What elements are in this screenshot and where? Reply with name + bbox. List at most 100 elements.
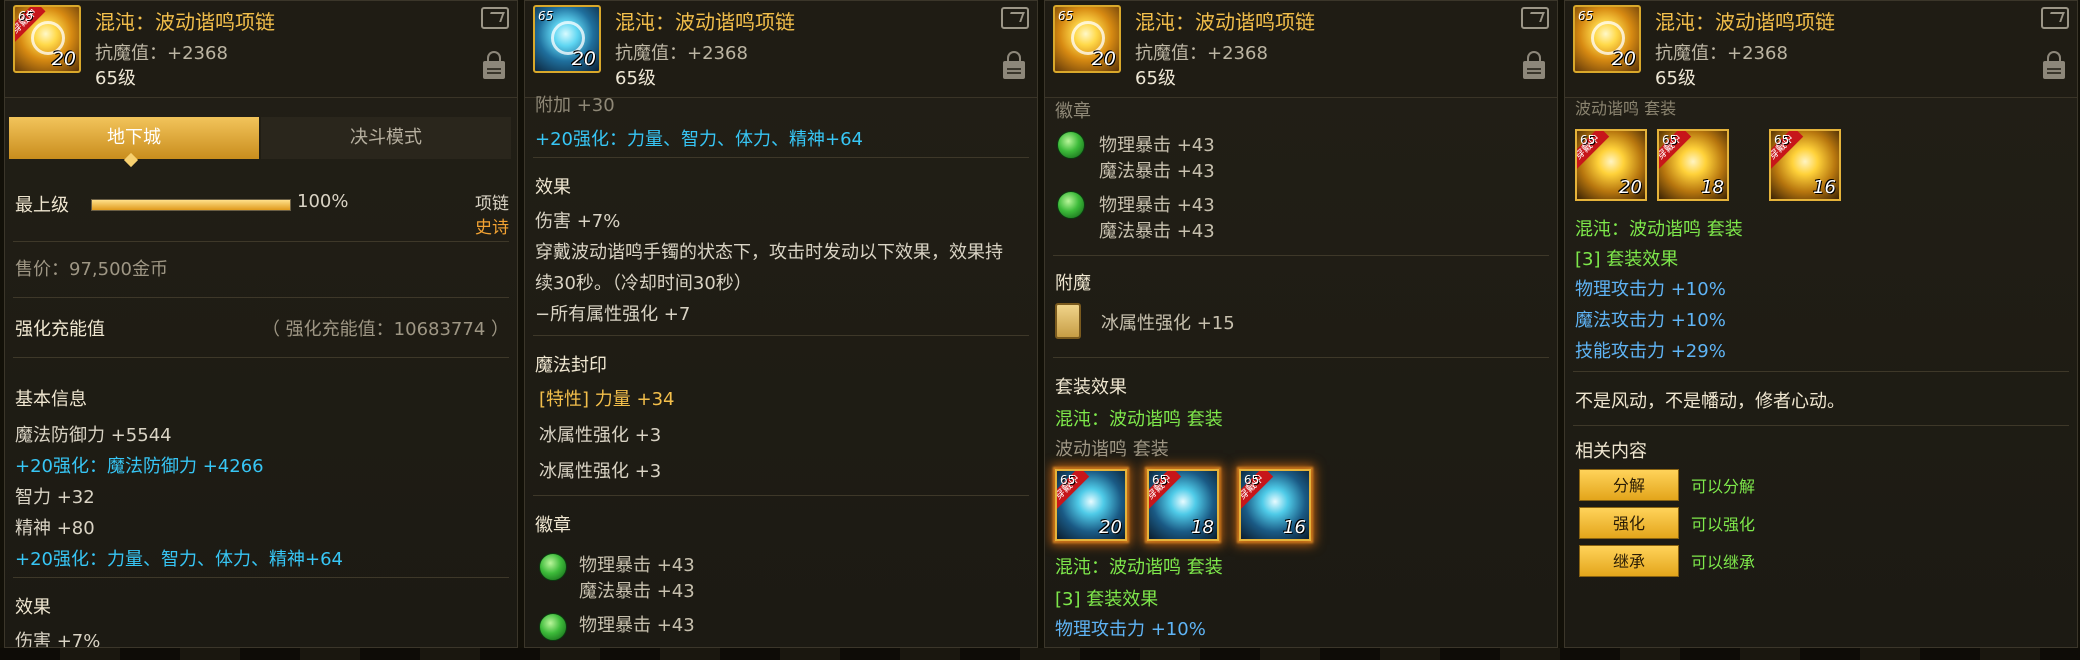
lock-icon[interactable] bbox=[1003, 51, 1025, 79]
effect-line: 穿戴波动谐鸣手镯的状态下，攻击时发动以下效果，效果持 bbox=[535, 242, 1003, 263]
tab-dungeon[interactable]: 地下城 bbox=[9, 117, 259, 159]
emblem-stat: 物理暴击 +43 bbox=[579, 555, 695, 576]
item-stat: 抗魔值：+2368 bbox=[1655, 43, 1788, 64]
cut-line: 徽章 bbox=[1055, 101, 1091, 122]
tooltip-panel-2: 65 20 混沌：波动谐鸣项链 抗魔值：+2368 65级 附加 +30 +20… bbox=[524, 0, 1038, 648]
enchant-card-icon bbox=[1055, 303, 1081, 339]
item-type: 项链 bbox=[475, 194, 509, 214]
cut-line: 波动谐鸣 套装 bbox=[1575, 99, 1677, 118]
effect-title: 效果 bbox=[535, 177, 571, 198]
icon-level: 65 bbox=[1060, 473, 1076, 487]
icon-level: 65 bbox=[1662, 133, 1678, 147]
item-title: 混沌：波动谐鸣项链 bbox=[615, 10, 795, 34]
item-stat: 抗魔值：+2368 bbox=[1135, 43, 1268, 64]
action-note: 可以继承 bbox=[1691, 553, 1756, 572]
set-name: 混沌：波动谐鸣 套装 bbox=[1055, 557, 1223, 578]
grade-percent: 100% bbox=[297, 191, 349, 212]
item-stat: 抗魔值：+2368 bbox=[95, 43, 228, 64]
necklace-icon: 穿戴中 65 20 bbox=[13, 5, 81, 73]
emblem-stat: 物理暴击 +43 bbox=[1099, 135, 1215, 156]
action-note: 可以分解 bbox=[1691, 477, 1756, 496]
divider bbox=[13, 241, 509, 242]
inherit-button[interactable]: 继承 bbox=[1579, 545, 1679, 577]
icon-level: 65 bbox=[1244, 473, 1260, 487]
item-level: 65级 bbox=[95, 68, 136, 89]
seal-line: 冰属性强化 +3 bbox=[539, 461, 662, 482]
tooltip-panel-3: 65 20 混沌：波动谐鸣项链 抗魔值：+2368 65级 徽章 物理暴击 +4… bbox=[1044, 0, 1558, 648]
share-icon[interactable] bbox=[481, 7, 509, 29]
green-emblem-icon bbox=[1057, 131, 1085, 159]
set-bonus-line: 物理攻击力 +10% bbox=[1575, 279, 1726, 300]
divider bbox=[1053, 255, 1549, 256]
set-piece-icon[interactable]: 穿戴中 65 16 bbox=[1769, 129, 1841, 201]
divider bbox=[13, 357, 509, 358]
icon-level: 65 bbox=[1578, 9, 1594, 23]
seal-special-stat: 力量 +34 bbox=[589, 389, 675, 410]
emblem-title: 徽章 bbox=[535, 515, 571, 536]
background-strip bbox=[0, 648, 2080, 660]
set-name: 混沌：波动谐鸣 套装 bbox=[1055, 409, 1223, 430]
set-name: 混沌：波动谐鸣 套装 bbox=[1575, 219, 1743, 240]
icon-enhance-number: 18 bbox=[1701, 177, 1724, 198]
set-bonus-line: 技能攻击力 +29% bbox=[1575, 341, 1726, 362]
icon-level: 65 bbox=[538, 9, 554, 23]
stat-line: 魔法防御力 +5544 bbox=[15, 425, 172, 446]
set-piece-icon[interactable]: 穿戴中 65 16 bbox=[1239, 469, 1311, 541]
share-icon[interactable] bbox=[1521, 7, 1549, 29]
set-name-inactive: 波动谐鸣 套装 bbox=[1055, 439, 1169, 460]
green-emblem-icon bbox=[539, 613, 567, 641]
effect-title: 效果 bbox=[15, 597, 51, 618]
icon-level: 65 bbox=[18, 9, 34, 23]
divider bbox=[13, 297, 509, 298]
divider bbox=[533, 495, 1029, 496]
item-title: 混沌：波动谐鸣项链 bbox=[95, 10, 275, 34]
share-icon[interactable] bbox=[1001, 7, 1029, 29]
item-header: 穿戴中 65 20 混沌：波动谐鸣项链 抗魔值：+2368 65级 bbox=[5, 1, 517, 98]
lock-icon[interactable] bbox=[483, 51, 505, 79]
tooltip-panel-1: 穿戴中 65 20 混沌：波动谐鸣项链 抗魔值：+2368 65级 地下城 决斗… bbox=[4, 0, 518, 648]
icon-enhance-number: 16 bbox=[1813, 177, 1836, 198]
grade-label: 最上级 bbox=[15, 195, 69, 216]
enhance-button[interactable]: 强化 bbox=[1579, 507, 1679, 539]
effect-line: 续30秒。（冷却时间30秒） bbox=[535, 273, 752, 294]
item-stat: 抗魔值：+2368 bbox=[615, 43, 748, 64]
set-piece-icon[interactable]: 穿戴中 65 18 bbox=[1657, 129, 1729, 201]
set-piece-icon[interactable]: 穿戴中 65 20 bbox=[1575, 129, 1647, 201]
action-note: 可以强化 bbox=[1691, 515, 1756, 534]
item-header: 65 20 混沌：波动谐鸣项链 抗魔值：+2368 65级 bbox=[525, 1, 1037, 98]
emblem-stat: 物理暴击 +43 bbox=[579, 615, 695, 636]
divider bbox=[533, 335, 1029, 336]
item-header: 65 20 混沌：波动谐鸣项链 抗魔值：+2368 65级 bbox=[1565, 1, 2077, 98]
lock-icon[interactable] bbox=[1523, 51, 1545, 79]
share-icon[interactable] bbox=[2041, 7, 2069, 29]
seal-special-tag: [特性] bbox=[539, 389, 590, 410]
necklace-icon: 65 20 bbox=[1053, 5, 1121, 73]
grade-bar-fill bbox=[92, 200, 290, 210]
lock-icon[interactable] bbox=[2043, 51, 2065, 79]
divider bbox=[1573, 425, 2069, 426]
green-emblem-icon bbox=[539, 553, 567, 581]
icon-level: 65 bbox=[1152, 473, 1168, 487]
item-level: 65级 bbox=[615, 68, 656, 89]
effect-line: −所有属性强化 +7 bbox=[535, 304, 691, 325]
stat-line: 精神 +80 bbox=[15, 518, 95, 539]
item-level: 65级 bbox=[1655, 68, 1696, 89]
set-piece-icon[interactable]: 穿戴中 65 20 bbox=[1055, 469, 1127, 541]
set-bonus-line: 魔法攻击力 +10% bbox=[1575, 310, 1726, 331]
charge-value: （ 强化充能值：10683774 ） bbox=[261, 319, 509, 340]
disassemble-button[interactable]: 分解 bbox=[1579, 469, 1679, 501]
seal-line: 冰属性强化 +3 bbox=[539, 425, 662, 446]
set-bonus-title: [3] 套装效果 bbox=[1055, 589, 1159, 610]
enchant-value: 冰属性强化 +15 bbox=[1101, 313, 1235, 334]
emblem-stat: 魔法暴击 +43 bbox=[579, 581, 695, 602]
tab-pvp[interactable]: 决斗模式 bbox=[261, 117, 511, 159]
icon-enhance-number: 16 bbox=[1283, 517, 1306, 538]
item-rarity: 史诗 bbox=[475, 218, 509, 238]
set-piece-icon[interactable]: 穿戴中 65 18 bbox=[1147, 469, 1219, 541]
icon-enhance-number: 20 bbox=[51, 48, 76, 70]
enchant-title: 附魔 bbox=[1055, 273, 1091, 294]
emblem-stat: 魔法暴击 +43 bbox=[1099, 161, 1215, 182]
necklace-icon: 65 20 bbox=[533, 5, 601, 73]
divider bbox=[533, 157, 1029, 158]
tooltip-panel-4: 65 20 混沌：波动谐鸣项链 抗魔值：+2368 65级 波动谐鸣 套装 穿戴… bbox=[1564, 0, 2078, 648]
